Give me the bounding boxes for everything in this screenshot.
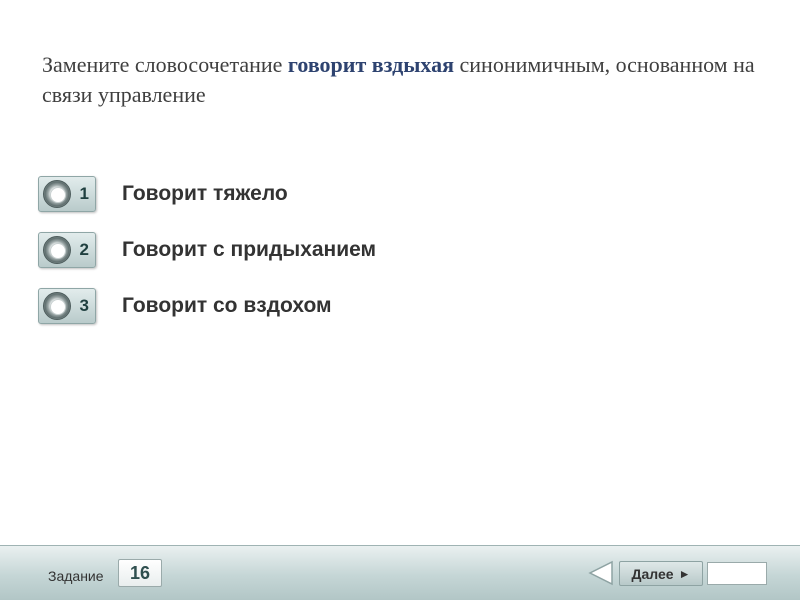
- back-arrow-button[interactable]: [588, 560, 614, 586]
- option-number: 3: [79, 296, 89, 315]
- next-button-label: Далее: [631, 565, 674, 582]
- back-arrow-icon: [588, 560, 613, 586]
- next-button[interactable]: Далее ►: [619, 561, 703, 586]
- option-number: 2: [79, 240, 89, 259]
- option-number: 1: [79, 184, 89, 203]
- task-number-box: 16: [118, 559, 162, 587]
- footer-bar: Задание 16 Далее ►: [0, 545, 800, 600]
- radio-button-icon[interactable]: [43, 180, 71, 208]
- question-text: Замените словосочетание говорит вздыхая …: [42, 50, 762, 110]
- blank-field: [707, 562, 767, 585]
- answer-option-2[interactable]: 2 Говорит с придыханием: [38, 230, 498, 270]
- option-text[interactable]: Говорит со вздохом: [122, 294, 332, 318]
- question-highlight: говорит вздыхая: [287, 52, 455, 77]
- question-text-before: Замените словосочетание: [42, 52, 288, 77]
- radio-button-icon[interactable]: [43, 236, 71, 264]
- option-badge[interactable]: 2: [38, 232, 96, 268]
- radio-button-icon[interactable]: [43, 292, 71, 320]
- answer-option-1[interactable]: 1 Говорит тяжело: [38, 174, 498, 214]
- next-arrow-icon: ►: [678, 566, 691, 581]
- option-text[interactable]: Говорит тяжело: [122, 182, 288, 206]
- task-label: Задание: [48, 568, 104, 584]
- option-badge[interactable]: 1: [38, 176, 96, 212]
- option-badge[interactable]: 3: [38, 288, 96, 324]
- option-text[interactable]: Говорит с придыханием: [122, 238, 376, 262]
- answer-option-3[interactable]: 3 Говорит со вздохом: [38, 286, 498, 326]
